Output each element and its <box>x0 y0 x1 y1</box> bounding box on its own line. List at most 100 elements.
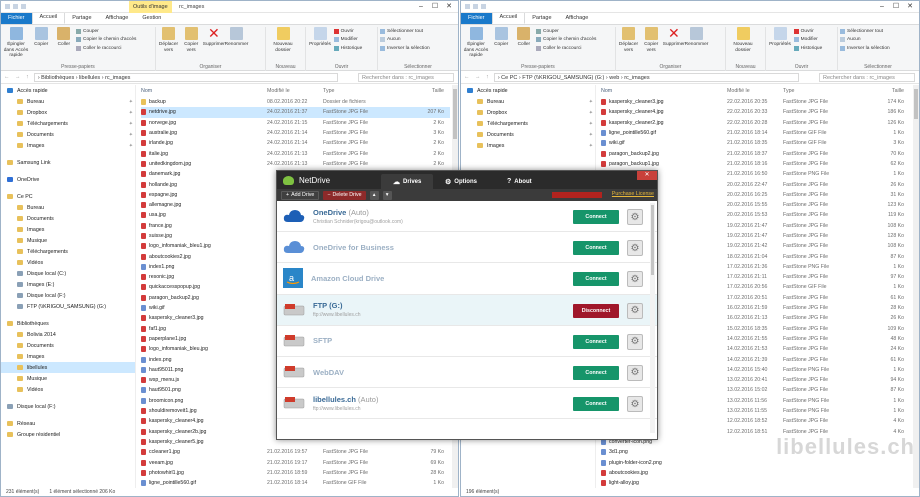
nav-item[interactable]: Disque local (F:) <box>1 401 135 412</box>
nav-item[interactable]: Musique <box>1 235 135 246</box>
file-row[interactable]: photowhirl1.jpg 21.02.2016 18:59 FastStone… <box>141 468 450 478</box>
nav-item[interactable]: Samsung Link <box>1 157 135 168</box>
nav-item[interactable]: Téléchargements <box>1 246 135 257</box>
move-down-button[interactable]: ▾ <box>382 190 392 200</box>
history-button[interactable]: Historique <box>793 44 822 53</box>
nav-item[interactable]: Disque local (C:) <box>1 268 135 279</box>
nav-item[interactable]: Téléchargements ✦ <box>1 118 135 129</box>
new-folder-button[interactable]: Nouveau dossier <box>728 27 758 53</box>
minimize-icon[interactable]: – <box>414 1 428 13</box>
column-header-0[interactable]: Nom <box>601 88 727 94</box>
drive-settings-button[interactable]: ⚙ <box>627 209 643 225</box>
column-header-3[interactable]: Taille <box>389 88 447 94</box>
drive-settings-button[interactable]: ⚙ <box>627 302 643 319</box>
cut-button[interactable]: Couper <box>536 27 596 36</box>
close-button[interactable]: ✕ <box>637 171 657 180</box>
cut-button[interactable]: Couper <box>76 27 136 36</box>
tab-partage[interactable]: Partage <box>525 13 558 24</box>
search-input[interactable]: Rechercher dans : rc_images <box>358 73 454 82</box>
nav-item[interactable]: Images ✦ <box>461 140 595 151</box>
nav-item[interactable]: Accès rapide <box>1 85 135 96</box>
maximize-icon[interactable]: ☐ <box>428 1 442 13</box>
search-input[interactable]: Rechercher dans : rc_images <box>819 73 915 82</box>
file-row[interactable]: australie.jpg 24.02.2016 21:14 FastStone J… <box>141 128 450 138</box>
connect-button[interactable]: Connect <box>573 397 619 412</box>
drive-row[interactable]: a Amazon Cloud Drive Connect ⚙ <box>277 263 657 295</box>
nav-item[interactable]: Disque local (F:) <box>1 290 135 301</box>
copy-button[interactable]: Copier <box>491 27 512 48</box>
tab-options[interactable]: ⚙ Options <box>445 174 477 189</box>
drive-settings-button[interactable]: ⚙ <box>627 396 643 413</box>
close-icon[interactable]: ✕ <box>903 1 917 13</box>
address-path[interactable]: › Ce PC › FTP (\\KRIGOU_SAMSUNG) (G:) › … <box>493 72 799 82</box>
connect-button[interactable]: Connect <box>573 241 619 256</box>
connect-button[interactable]: Connect <box>573 365 619 380</box>
paste-button[interactable]: Coller <box>513 27 534 48</box>
disconnect-button[interactable]: Disconnect <box>573 303 619 318</box>
file-row[interactable]: irlande.jpg 24.02.2016 21:14 FastStone JPG… <box>141 138 450 148</box>
nav-item[interactable]: Vidéos <box>1 257 135 268</box>
delete-drive-button[interactable]: − Delete Drive <box>323 190 366 200</box>
column-header-1[interactable]: Modifié le <box>727 88 783 94</box>
file-row[interactable]: veeam.jpg 21.02.2016 19:17 FastStone JPG F… <box>141 457 450 467</box>
file-row[interactable]: kaspersky_cleaner3.jpg 22.02.2016 20:35 Fa… <box>601 97 911 107</box>
invert-selection-button[interactable]: Inverser la sélection <box>840 44 890 53</box>
nav-item[interactable]: Documents <box>1 340 135 351</box>
quick-access-toolbar[interactable] <box>465 4 486 9</box>
drive-row[interactable]: OneDrive (Auto) Christian Schnider(krigou… <box>277 201 657 233</box>
column-header-0[interactable]: Nom <box>141 88 267 94</box>
drive-settings-button[interactable]: ⚙ <box>627 333 643 350</box>
delete-button[interactable]: ✕ Supprimer <box>663 26 685 48</box>
copy-path-button[interactable]: Copier le chemin d'accès <box>76 36 136 45</box>
nav-item[interactable]: Bureau ✦ <box>461 96 595 107</box>
nav-item[interactable]: OneDrive <box>1 174 135 185</box>
select-none-button[interactable]: Aucun <box>840 36 890 45</box>
nav-item[interactable]: Bolivia 2014 <box>1 329 135 340</box>
properties-button[interactable]: Propriétés <box>768 27 792 48</box>
file-row[interactable]: unitedkingdom.jpg 24.02.2016 21:13 FastSto… <box>141 159 450 169</box>
drive-row[interactable]: FTP (G:) ftp://www.libellules.ch Disconnec… <box>277 294 657 326</box>
nav-item[interactable]: Images <box>1 351 135 362</box>
file-row[interactable]: light-alloy.jpg <box>601 478 911 488</box>
rename-button[interactable]: Renommer <box>225 27 248 48</box>
file-row[interactable]: kaspersky_cleaner4.jpg 22.02.2016 20:33 Fa… <box>601 107 911 117</box>
file-row[interactable]: netdrive.jpg 24.02.2016 21:37 FastStone JP… <box>141 107 450 118</box>
drive-list-scrollbar[interactable] <box>650 203 655 433</box>
connect-button[interactable]: Connect <box>573 210 619 224</box>
nav-arrows[interactable]: ← → ↑ <box>464 74 491 80</box>
copy-to-button[interactable]: Copier vers <box>181 27 202 53</box>
properties-button[interactable]: Propriétés <box>308 27 332 48</box>
pin-quick-access-button[interactable]: Épingler dans Accès rapide <box>463 27 489 59</box>
nav-item[interactable]: Documents ✦ <box>1 129 135 140</box>
file-row[interactable]: italie.jpg 24.02.2016 21:13 FastStone JPG … <box>141 148 450 158</box>
pin-quick-access-button[interactable]: Épingler dans Accès rapide <box>3 27 29 59</box>
move-up-button[interactable]: ▴ <box>369 190 379 200</box>
drive-settings-button[interactable]: ⚙ <box>627 364 643 381</box>
file-row[interactable]: paragon_backup2.jpg 21.02.2016 18:37 FastS… <box>601 148 911 158</box>
column-header-2[interactable]: Type <box>323 88 389 94</box>
file-row[interactable]: wiki.gif 21.02.2016 18:35 FastStone GIF Fi… <box>601 138 911 148</box>
drive-settings-button[interactable]: ⚙ <box>627 240 643 257</box>
connect-button[interactable]: Connect <box>573 272 619 287</box>
history-button[interactable]: Historique <box>333 44 362 53</box>
file-row[interactable]: ligne_pointille560.gif 21.02.2016 18:14 Fa… <box>141 478 450 488</box>
copy-path-button[interactable]: Copier le chemin d'accès <box>536 36 596 45</box>
drive-row[interactable]: libellules.ch (Auto) ftp://www.libellules… <box>277 388 657 420</box>
file-row[interactable]: ligne_pointille560.gif 21.02.2016 18:14 Fa… <box>601 128 911 138</box>
file-row[interactable]: backup 08.02.2016 20:22 Dossier de fichier… <box>141 97 450 107</box>
edit-button[interactable]: Modifier <box>333 36 363 45</box>
select-all-button[interactable]: Sélectionner tout <box>380 27 430 36</box>
purchase-license-link[interactable]: Purchase License <box>612 191 654 198</box>
tab-about[interactable]: ? About <box>507 174 532 189</box>
nav-item[interactable]: Bureau ✦ <box>1 96 135 107</box>
delete-button[interactable]: ✕ Supprimer <box>203 26 225 48</box>
close-icon[interactable]: ✕ <box>442 1 456 13</box>
tab-affichage[interactable]: Affichage <box>559 13 596 24</box>
move-to-button[interactable]: Déplacer vers <box>158 27 179 53</box>
column-header-1[interactable]: Modifié le <box>267 88 323 94</box>
move-to-button[interactable]: Déplacer vers <box>618 27 639 53</box>
paste-button[interactable]: Coller <box>53 27 74 48</box>
tab-partage[interactable]: Partage <box>65 13 98 24</box>
copy-to-button[interactable]: Copier vers <box>641 27 662 53</box>
nav-item[interactable]: Dropbox ✦ <box>461 107 595 118</box>
